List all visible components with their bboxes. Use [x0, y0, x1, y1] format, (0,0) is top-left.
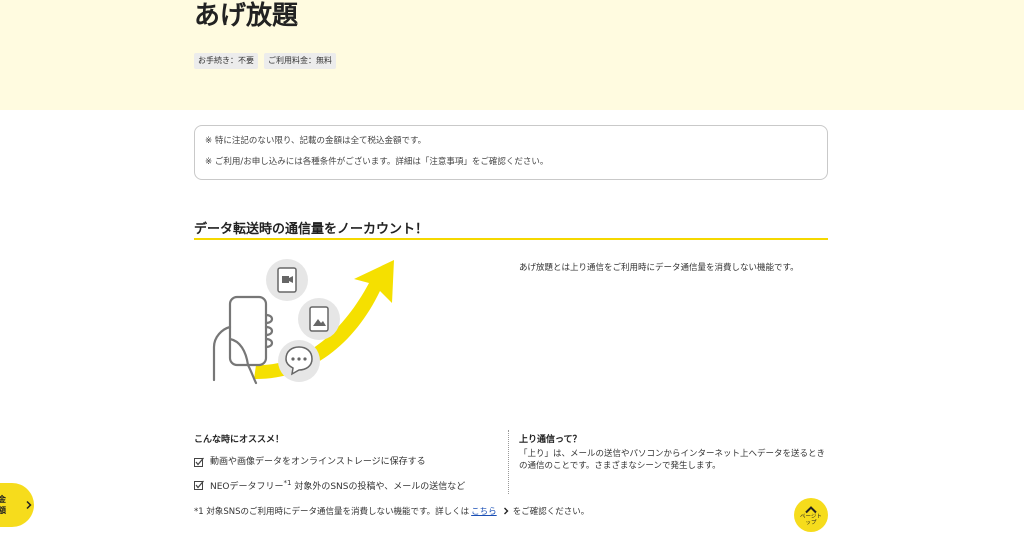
- hero-banner: あげ放題 お手続き：不要 ご利用料金：無料: [0, 0, 1024, 110]
- tag-procedure: お手続き：不要: [194, 53, 258, 69]
- chevron-up-icon: [805, 505, 817, 513]
- neo-data-free-label: NEOデータフリー: [210, 482, 284, 492]
- chevron-right-icon: [26, 500, 32, 510]
- footnote-link[interactable]: こちら: [471, 505, 497, 517]
- tag-list: お手続き：不要 ご利用料金：無料: [194, 53, 336, 69]
- section-title: データ転送時の通信量をノーカウント！: [194, 218, 828, 240]
- upload-heading: 上り通信って？: [519, 435, 582, 445]
- page-title: あげ放題: [194, 1, 299, 31]
- chevron-right-icon: [503, 507, 509, 515]
- footnote: *1 対象SNSのご利用時にデータ通信量を消費しない機能です。詳しくは こちら …: [194, 505, 589, 517]
- notice-box: ※ 特に注記のない限り、記載の金額は全て税込金額です。 ※ ご利用/お申し込みに…: [194, 125, 828, 180]
- upload-explanation: 上り通信って？ 「上り」は、メールの送信やパソコンからインターネット上へデータを…: [519, 432, 827, 472]
- page-top-button[interactable]: ページトップ: [794, 498, 828, 532]
- recommend-item-text: 動画や画像データをオンラインストレージに保存する: [210, 457, 426, 467]
- recommend-heading: こんな時にオススメ！: [194, 435, 285, 445]
- footnote-text: *1 対象SNSのご利用時にデータ通信量を消費しない機能です。詳しくは: [194, 507, 470, 517]
- tag-fee: ご利用料金：無料: [264, 53, 336, 69]
- page-top-label: ページトップ: [800, 513, 822, 526]
- column-divider: [508, 430, 509, 494]
- video-file-icon: [266, 259, 308, 301]
- notice-line-tax: ※ 特に注記のない限り、記載の金額は全て税込金額です。: [205, 136, 427, 146]
- floating-price-button[interactable]: 金 額: [0, 483, 34, 527]
- recommend-item: NEOデータフリー*1 対象外のSNSの投稿や、メールの送信など: [194, 477, 494, 493]
- recommend-item-text: NEOデータフリー*1 対象外のSNSの投稿や、メールの送信など: [210, 477, 465, 493]
- checkbox-icon: [194, 480, 204, 490]
- image-file-icon: [298, 298, 340, 340]
- notice-line-conditions: ※ ご利用/お申し込みには各種条件がございます。詳細は「注意事項」をご確認くださ…: [205, 157, 549, 167]
- recommend-item-suffix: 対象外のSNSの投稿や、メールの送信など: [291, 482, 466, 492]
- upload-illustration: [212, 259, 394, 385]
- checkbox-icon: [194, 457, 204, 467]
- recommend-section: こんな時にオススメ！ 動画や画像データをオンラインストレージに保存する NEOデ…: [194, 432, 494, 502]
- chat-bubble-icon: [278, 340, 320, 382]
- recommend-item: 動画や画像データをオンラインストレージに保存する: [194, 456, 494, 468]
- feature-description: あげ放題とは上り通信をご利用時にデータ通信量を消費しない機能です。: [519, 263, 799, 273]
- upload-body: 「上り」は、メールの送信やパソコンからインターネット上へデータを送るときの通信の…: [519, 449, 826, 471]
- footnote-suffix: をご確認ください。: [512, 507, 590, 517]
- floating-price-label: 金 額: [0, 495, 6, 515]
